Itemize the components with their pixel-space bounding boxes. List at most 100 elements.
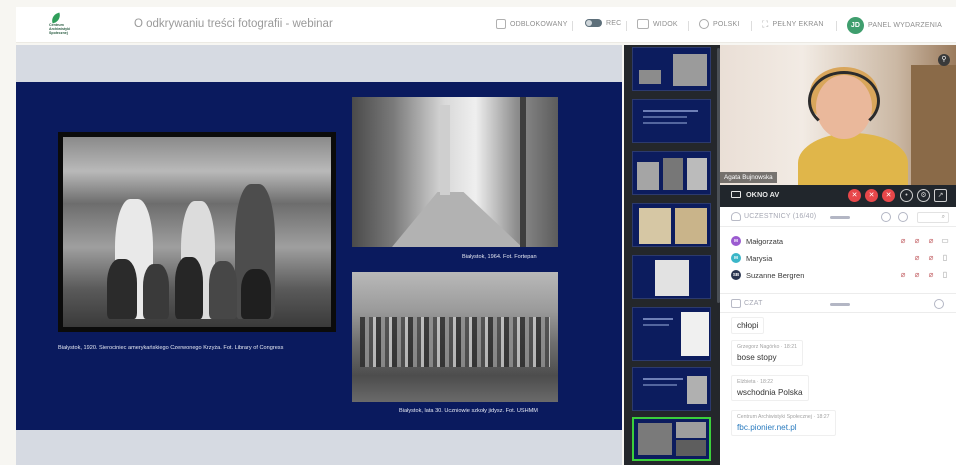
language-label: POLSKI	[713, 20, 740, 28]
avatar: M	[731, 236, 741, 246]
share-off-icon[interactable]: ⌀	[926, 270, 936, 280]
slide-thumbnail[interactable]	[632, 151, 711, 195]
divider	[751, 21, 752, 31]
participant-name: Małgorzata	[746, 237, 784, 246]
divider	[688, 21, 689, 31]
logo-text-3: Społecznej	[49, 31, 68, 35]
screen-share-off-icon[interactable]: ✕	[882, 189, 895, 202]
participant-search-input[interactable]: ⌕	[917, 212, 949, 223]
gear-icon[interactable]	[934, 299, 944, 309]
user-avatar: JD	[847, 17, 864, 34]
rec-label: REC	[606, 19, 622, 27]
share-off-icon[interactable]: ⌀	[926, 253, 936, 263]
chat-header[interactable]: CZAT	[720, 293, 956, 313]
participants-icon	[731, 212, 741, 221]
chat-message: Grzegorz Nagórko · 18:21 bose stopy	[731, 340, 803, 366]
chat-message-text: chłopi	[737, 321, 759, 330]
presenter-video[interactable]: ⚲ Agata Bujnowska	[720, 45, 956, 185]
mic-off-icon[interactable]: ⌀	[912, 253, 922, 263]
caption-left: Białystok, 1920. Sierociniec amerykański…	[58, 345, 284, 351]
avatar: SB	[731, 270, 741, 280]
participant-row[interactable]: SB Suzanne Bergren ⌀ ⌀ ⌀ ▯	[720, 267, 956, 284]
layout-icon	[637, 19, 649, 29]
slide-thumbnail[interactable]	[632, 255, 711, 299]
chat-icon	[731, 299, 741, 308]
photo-street-1964	[352, 97, 558, 247]
chat-message-text: bose stopy	[737, 353, 777, 362]
fullscreen-button[interactable]: ⛶ PEŁNY EKRAN	[762, 19, 824, 30]
view-button[interactable]: WIDOK	[637, 19, 678, 29]
chat-message-meta: Elżbieta · 18:22	[737, 379, 774, 385]
screen-icon[interactable]: ▭	[940, 236, 950, 246]
slide: Białystok, 1920. Sierociniec amerykański…	[16, 82, 622, 430]
add-user-icon[interactable]	[881, 212, 891, 222]
unlocked-button[interactable]: ODBLOKOWANY	[496, 19, 568, 29]
slide-thumbnail[interactable]	[632, 367, 711, 411]
camera-off-icon[interactable]: ✕	[848, 189, 861, 202]
camera-off-icon[interactable]: ⌀	[898, 270, 908, 280]
chat-messages: chłopi Grzegorz Nagórko · 18:21 bose sto…	[720, 313, 956, 465]
photo-orphanage	[58, 132, 336, 332]
chat-bubble-icon[interactable]: •	[900, 189, 913, 202]
fullscreen-label: PEŁNY EKRAN	[772, 21, 824, 28]
unlocked-label: ODBLOKOWANY	[510, 20, 568, 28]
chat-message-meta: Centrum Archiwistyki Społecznej · 18:27	[737, 414, 830, 420]
fullscreen-icon: ⛶	[762, 19, 769, 29]
chat-label: CZAT	[744, 300, 763, 307]
av-window-bar: OKNO AV ✕ ✕ ✕ • ⚙ ↗	[720, 185, 956, 207]
av-window-label: OKNO AV	[746, 190, 780, 199]
presentation-stage: Białystok, 1920. Sierociniec amerykański…	[16, 45, 622, 465]
gear-icon[interactable]	[898, 212, 908, 222]
participant-row[interactable]: M Marysia ⌀ ⌀ ▯	[720, 250, 956, 267]
logo-leaf-icon	[49, 12, 63, 24]
participant-row[interactable]: M Małgorzata ⌀ ⌀ ⌀ ▭	[720, 233, 956, 250]
slide-thumbnail-active[interactable]	[632, 417, 711, 461]
pin-icon[interactable]: ⚲	[938, 54, 950, 66]
mic-off-icon[interactable]: ⌀	[912, 270, 922, 280]
toggle-icon	[585, 19, 602, 27]
mic-off-icon[interactable]: ✕	[865, 189, 878, 202]
divider	[626, 21, 627, 31]
divider	[572, 21, 573, 31]
gear-icon[interactable]: ⚙	[917, 189, 930, 202]
participant-name: Marysia	[746, 254, 773, 263]
chat-message: Elżbieta · 18:22 wschodnia Polska	[731, 375, 809, 401]
chat-message-meta: Grzegorz Nagórko · 18:21	[737, 344, 797, 350]
slide-thumbnail[interactable]	[632, 99, 711, 143]
mic-off-icon[interactable]: ⌀	[912, 236, 922, 246]
chat-message-text: wschodnia Polska	[737, 388, 803, 397]
caption-bottom-right: Białystok, lata 30. Uczniowie szkoły jid…	[399, 408, 538, 414]
event-title: O odkrywaniu treści fotografii - webinar	[134, 18, 333, 30]
slide-thumbnail[interactable]	[632, 307, 711, 361]
avatar: M	[731, 253, 741, 263]
lock-icon	[496, 19, 506, 29]
collapse-handle-icon[interactable]	[830, 216, 850, 219]
divider	[836, 21, 837, 31]
trash-icon[interactable]: ▯	[940, 253, 950, 263]
av-window-button[interactable]: OKNO AV	[731, 190, 779, 199]
slide-thumbnail[interactable]	[632, 203, 711, 247]
photo-yiddish-school	[352, 272, 558, 402]
popout-icon[interactable]: ↗	[934, 189, 947, 202]
view-label: WIDOK	[653, 20, 678, 28]
collapse-handle-icon[interactable]	[830, 303, 850, 306]
globe-icon	[699, 19, 709, 29]
trash-icon[interactable]: ▯	[940, 270, 950, 280]
language-button[interactable]: POLSKI	[699, 19, 740, 29]
rec-toggle[interactable]: REC	[585, 19, 621, 27]
participant-name: Suzanne Bergren	[746, 271, 805, 280]
camera-off-icon[interactable]: ⌀	[898, 236, 908, 246]
top-bar: Centrum Archiwistyki Społecznej O odkryw…	[16, 7, 956, 43]
event-panel-button[interactable]: JD PANEL WYDARZENIA	[847, 17, 942, 34]
participants-label: UCZESTNICY (16/40)	[744, 213, 817, 220]
chat-message: chłopi	[731, 317, 765, 334]
participants-header[interactable]: UCZESTNICY (16/40) ⌕	[720, 207, 956, 227]
chat-message: Centrum Archiwistyki Społecznej · 18:27 …	[731, 410, 836, 436]
slide-thumbnail[interactable]	[632, 47, 711, 91]
share-off-icon[interactable]: ⌀	[926, 236, 936, 246]
logo[interactable]: Centrum Archiwistyki Społecznej	[49, 12, 87, 36]
window-icon	[731, 191, 741, 198]
event-panel-label: PANEL WYDARZENIA	[868, 22, 942, 29]
chat-message-link[interactable]: fbc.pionier.net.pl	[737, 423, 830, 432]
slide-thumbnails	[624, 45, 720, 465]
